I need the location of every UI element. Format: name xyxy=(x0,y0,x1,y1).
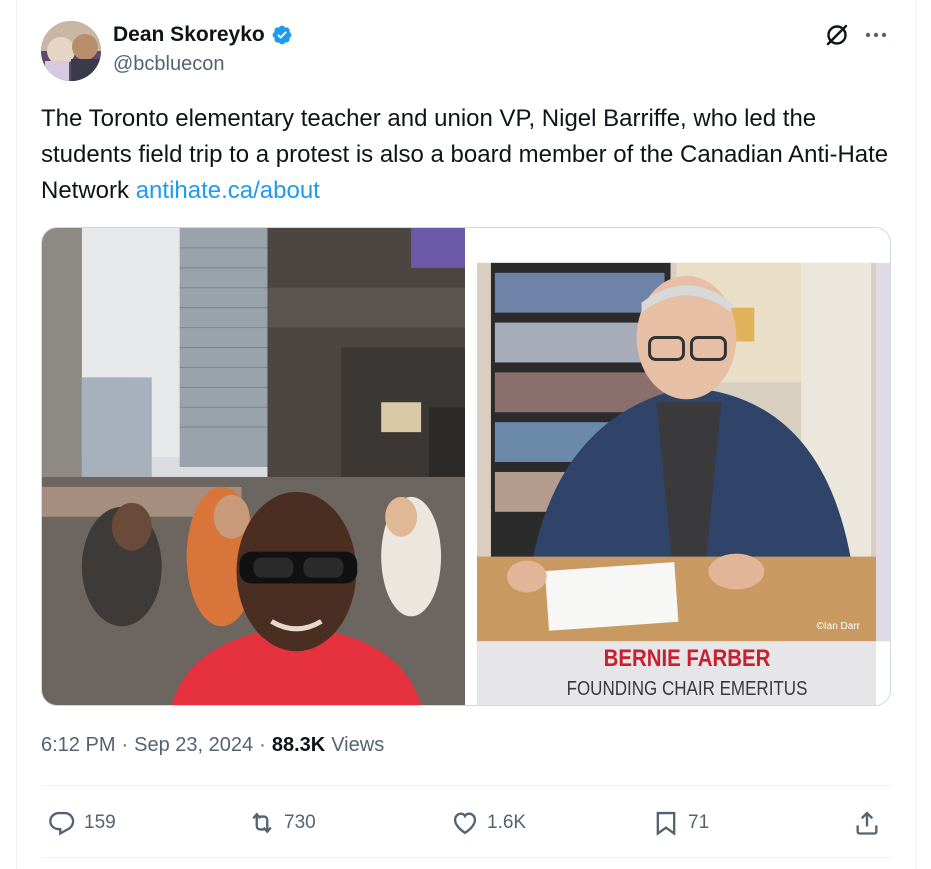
verified-badge-icon[interactable] xyxy=(271,24,293,46)
tweet-media: ©Ian Darr BERNIE FARBER FOUNDING CHAIR E… xyxy=(41,227,891,706)
bookmark-icon xyxy=(656,811,676,836)
reply-button[interactable]: 159 xyxy=(48,806,116,840)
repost-icon xyxy=(252,812,272,834)
author-display-name[interactable]: Dean Skoreyko xyxy=(113,23,265,47)
tweet-meta: 6:12 PM · Sep 23, 2024 · 88.3K Views xyxy=(41,734,384,757)
tweet-date[interactable]: Sep 23, 2024 xyxy=(134,734,253,757)
views-label: Views xyxy=(331,734,385,756)
author-avatar[interactable] xyxy=(41,21,101,81)
caption-credit: ©Ian Darr xyxy=(816,621,861,632)
media-image-protest-selfie[interactable] xyxy=(42,228,465,705)
bookmark-count: 71 xyxy=(688,812,710,833)
grok-icon[interactable] xyxy=(824,22,850,48)
tweet-time[interactable]: 6:12 PM xyxy=(41,734,115,757)
views-count[interactable]: 88.3K xyxy=(272,734,325,757)
repost-count: 730 xyxy=(284,812,316,833)
bookmark-button[interactable]: 71 xyxy=(652,806,709,840)
more-icon[interactable] xyxy=(862,22,890,48)
share-button[interactable] xyxy=(853,806,881,840)
reply-count: 159 xyxy=(84,812,116,833)
media-image-bernie-farber[interactable]: ©Ian Darr BERNIE FARBER FOUNDING CHAIR E… xyxy=(467,228,890,705)
meta-separator-2: · xyxy=(259,734,266,756)
tweet-text: The Toronto elementary teacher and union… xyxy=(41,101,901,209)
share-icon xyxy=(856,811,878,835)
tweet-link[interactable]: antihate.ca/about xyxy=(136,177,320,204)
heart-icon xyxy=(453,812,477,835)
caption-name: BERNIE FARBER xyxy=(603,645,771,672)
author-name-row: Dean Skoreyko xyxy=(113,22,293,48)
reply-icon xyxy=(49,811,75,836)
like-button[interactable]: 1.6K xyxy=(451,806,526,840)
avatar-image xyxy=(41,21,101,81)
meta-separator: · xyxy=(121,734,129,756)
like-count: 1.6K xyxy=(487,812,527,833)
divider xyxy=(41,785,891,786)
repost-button[interactable]: 730 xyxy=(248,806,316,840)
caption-title: FOUNDING CHAIR EMERITUS xyxy=(566,678,808,700)
divider-bottom xyxy=(41,857,891,858)
author-handle[interactable]: @bcbluecon xyxy=(113,53,224,76)
